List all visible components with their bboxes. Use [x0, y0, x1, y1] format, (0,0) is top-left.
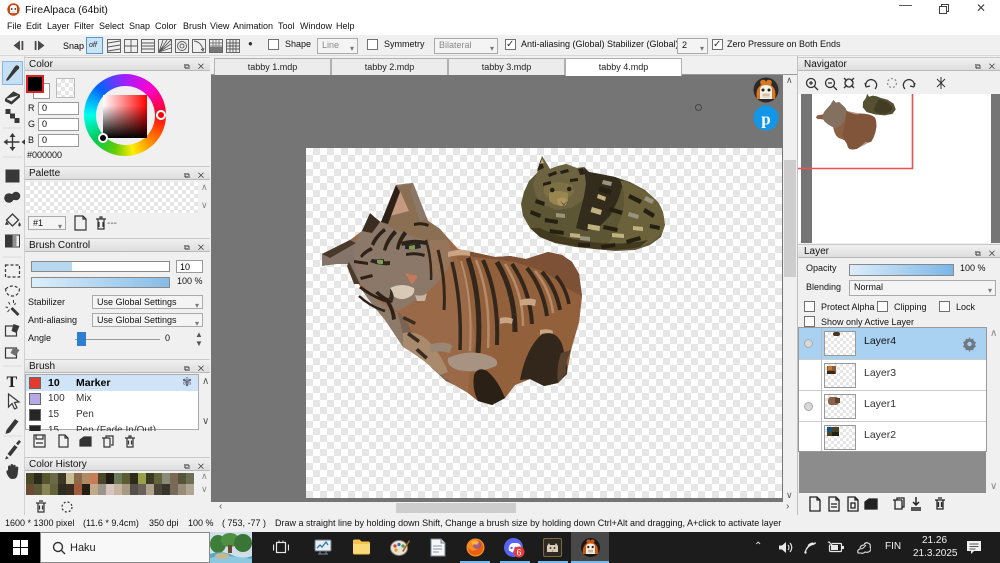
svg-text:p: p — [761, 110, 770, 129]
svg-text:T: T — [7, 374, 18, 391]
svg-text:6: 6 — [516, 548, 521, 558]
